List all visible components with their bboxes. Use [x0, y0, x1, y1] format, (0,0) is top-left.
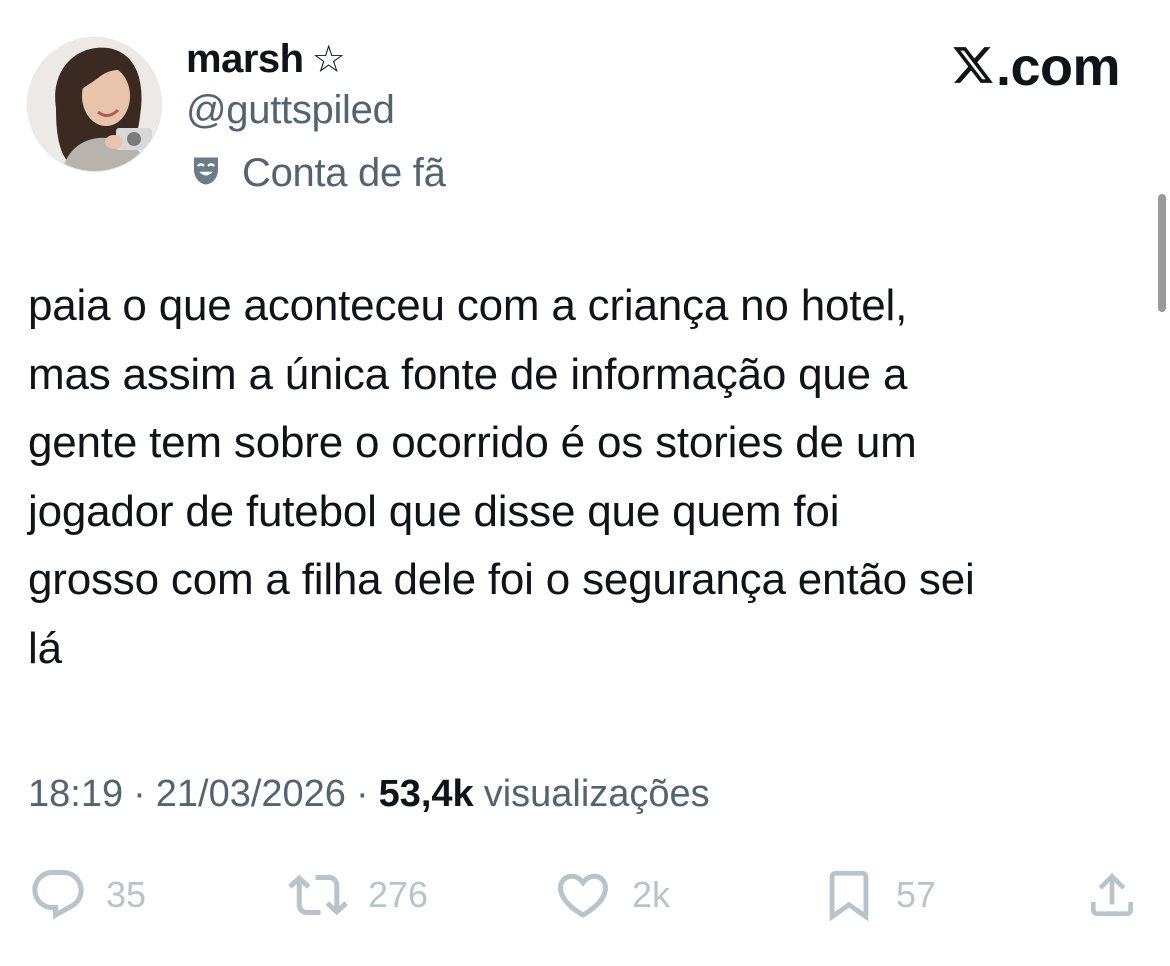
affiliation-badge: Conta de fã — [188, 148, 446, 198]
bookmark-icon — [820, 864, 878, 926]
share-button[interactable] — [1084, 862, 1140, 928]
star-outline-icon: ☆ — [311, 39, 346, 81]
tweet-line: mas assim a única fonte de informação qu… — [28, 349, 908, 399]
tweet-meta: 18:19 · 21/03/2026 · 53,4k visualizações — [28, 766, 710, 822]
reply-count: 35 — [106, 874, 147, 915]
tweet-date[interactable]: 21/03/2026 — [156, 773, 346, 816]
like-button[interactable]: 2k — [552, 862, 670, 928]
scrollbar[interactable] — [1158, 194, 1166, 312]
affiliation-label: Conta de fã — [242, 150, 446, 195]
tweet-time[interactable]: 18:19 — [28, 773, 123, 816]
views-count[interactable]: 53,4k — [379, 773, 474, 816]
avatar-photo — [28, 38, 161, 171]
display-name-row[interactable]: marsh ☆ — [186, 34, 346, 84]
tweet-line: jogador de futebol que disse que quem fo… — [28, 486, 840, 536]
reply-icon — [28, 865, 88, 925]
repost-button[interactable]: 276 — [286, 862, 428, 928]
like-count: 2k — [632, 874, 671, 915]
brand-suffix: .com — [995, 37, 1121, 97]
x-logo-icon — [950, 43, 996, 92]
tweet-text: paia o que aconteceu com a criança no ho… — [28, 272, 1138, 683]
share-icon — [1084, 865, 1140, 925]
heart-icon — [552, 865, 614, 925]
tweet-line: lá — [28, 623, 62, 673]
bookmark-button[interactable]: 57 — [820, 862, 936, 928]
repost-icon — [286, 865, 350, 925]
views-label: visualizações — [483, 772, 710, 815]
user-handle[interactable]: @guttspiled — [186, 88, 395, 133]
meta-separator: · — [355, 772, 369, 815]
avatar[interactable] — [27, 37, 162, 172]
repost-count: 276 — [368, 874, 429, 915]
theater-mask-icon — [188, 153, 224, 194]
tweet-line: grosso com a filha dele foi o segurança … — [28, 555, 975, 604]
meta-separator: · — [133, 772, 146, 815]
display-name[interactable]: marsh — [186, 37, 304, 82]
tweet-line: gente tem sobre o ocorrido é os stories … — [28, 418, 917, 467]
tweet-line: paia o que aconteceu com a criança no ho… — [28, 281, 908, 330]
action-bar: 35 276 2k 57 — [0, 862, 1170, 928]
x-brand: .com — [950, 36, 1121, 98]
bookmark-count: 57 — [896, 874, 937, 915]
reply-button[interactable]: 35 — [28, 862, 146, 928]
